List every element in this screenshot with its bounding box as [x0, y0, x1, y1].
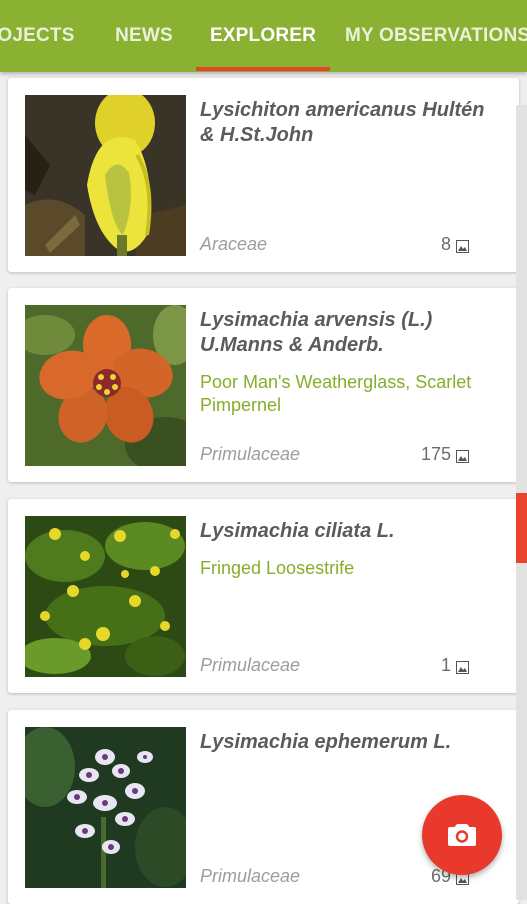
species-list[interactable]: Lysichiton americanus Hultén & H.St.John… [0, 72, 527, 904]
top-tab-bar: OJECTS NEWS EXPLORER MY OBSERVATIONS [0, 0, 527, 72]
observation-count: 175 [420, 444, 451, 464]
image-icon [456, 240, 469, 253]
species-card[interactable]: Lysichiton americanus Hultén & H.St.John… [8, 78, 519, 272]
common-name: Fringed Loosestrife [200, 558, 355, 578]
observation-count: 1 [440, 655, 451, 675]
species-card[interactable]: Lysimachia arvensis (L.) U.Manns & Ander… [8, 288, 519, 482]
camera-button[interactable] [422, 795, 502, 875]
active-tab-indicator [196, 67, 330, 71]
tab-news[interactable]: NEWS [104, 0, 184, 72]
family-name: Primulaceae [200, 655, 301, 675]
image-icon [456, 450, 469, 463]
tab-explorer[interactable]: EXPLORER [196, 0, 330, 72]
scientific-name: Lysimachia ephemerum L. [200, 731, 452, 753]
family-name: Primulaceae [200, 444, 301, 464]
yellow-loosestrife-photo [25, 516, 186, 677]
scientific-name: Lysimachia arvensis (L.) U.Manns & Ander… [200, 309, 433, 356]
camera-icon [448, 824, 476, 846]
yellow-skunk-cabbage-photo [25, 95, 186, 256]
scrollbar-thumb[interactable] [516, 493, 527, 563]
tab-my-observations[interactable]: MY OBSERVATIONS [345, 0, 527, 72]
scientific-name: Lysichiton americanus Hultén & H.St.John [200, 99, 485, 146]
observation-count: 8 [440, 234, 451, 254]
white-purple-flowers-photo [25, 727, 186, 888]
species-card[interactable]: Lysimachia ciliata L. Fringed Loosestrif… [8, 499, 519, 693]
family-name: Primulaceae [200, 866, 301, 886]
family-name: Araceae [200, 234, 268, 254]
common-name: Poor Man's Weatherglass, Scarlet Pimpern… [200, 372, 472, 415]
scientific-name: Lysimachia ciliata L. [200, 520, 395, 542]
orange-pimpernel-flower-photo [25, 305, 186, 466]
image-icon [456, 661, 469, 674]
tab-projects[interactable]: OJECTS [0, 0, 78, 72]
